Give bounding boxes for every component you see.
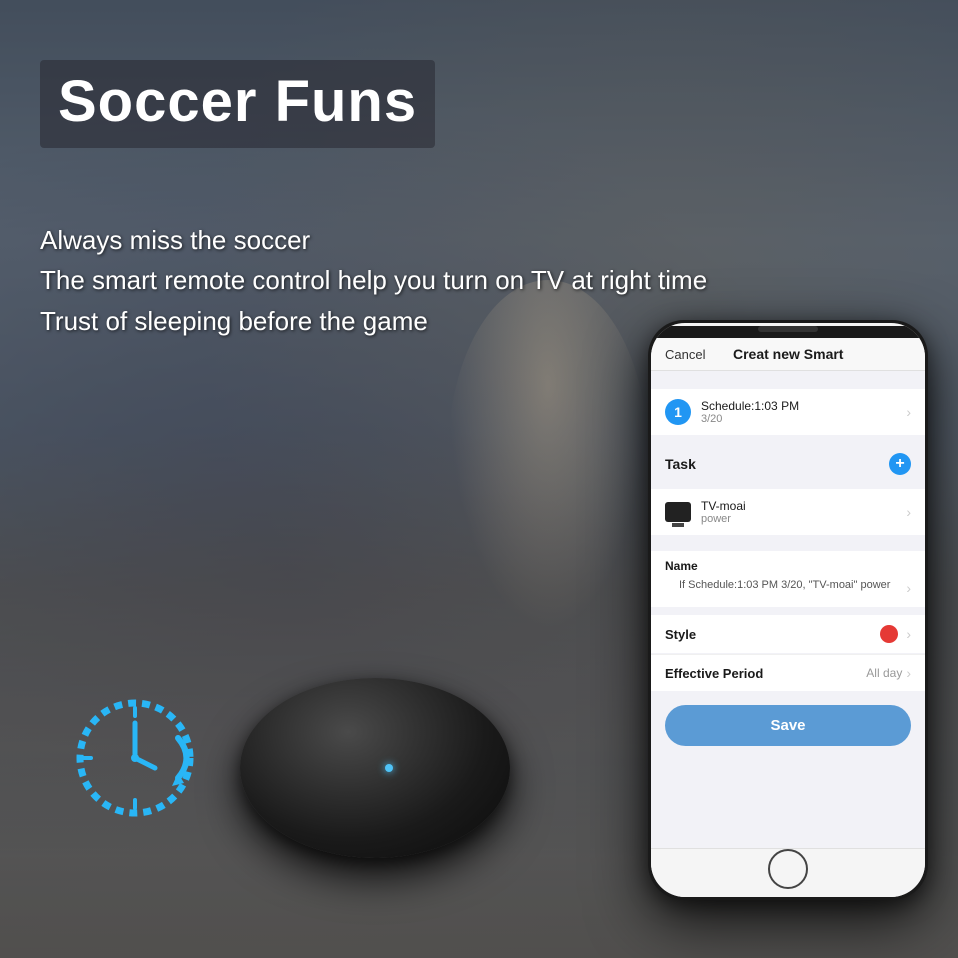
effective-chevron: ›: [906, 665, 911, 681]
name-chevron: ›: [906, 580, 911, 596]
schedule-icon: 1: [665, 399, 691, 425]
main-title: Soccer Funs: [58, 70, 417, 134]
schedule-sub: 3/20: [701, 413, 906, 425]
tv-chevron: ›: [906, 504, 911, 520]
effective-period-row[interactable]: Effective Period All day ›: [651, 654, 925, 691]
task-section: TV-moai power ›: [651, 489, 925, 535]
puck-body: [240, 678, 510, 858]
phone-top-bar: [651, 326, 925, 338]
subtitle-line-1: Always miss the soccer: [40, 225, 310, 255]
tv-icon: [665, 502, 691, 522]
subtitle-line-2: The smart remote control help you turn o…: [40, 265, 707, 295]
phone-body: Cancel Creat new Smart 1 Schedule:1:03 P…: [648, 320, 928, 900]
task-section-header: Task +: [651, 443, 925, 479]
tv-sub: power: [701, 513, 906, 525]
subtitle-text: Always miss the soccer The smart remote …: [40, 220, 707, 341]
name-value: If Schedule:1:03 PM 3/20, "TV-moai" powe…: [665, 577, 906, 599]
cancel-button[interactable]: Cancel: [665, 347, 705, 362]
style-row[interactable]: Style ›: [651, 615, 925, 653]
phone-screen: Cancel Creat new Smart 1 Schedule:1:03 P…: [651, 323, 925, 897]
effective-period-value: All day: [866, 666, 902, 680]
style-color-dot: [880, 625, 898, 643]
schedule-label: Schedule:1:03 PM: [701, 399, 906, 413]
clock-icon: [60, 678, 220, 838]
device-puck: [240, 678, 510, 878]
tv-row[interactable]: TV-moai power ›: [651, 489, 925, 535]
subtitle-block: Always miss the soccer The smart remote …: [40, 220, 707, 341]
schedule-section: 1 Schedule:1:03 PM 3/20 ›: [651, 389, 925, 435]
save-button[interactable]: Save: [665, 705, 911, 746]
schedule-content: Schedule:1:03 PM 3/20: [701, 399, 906, 425]
schedule-row[interactable]: 1 Schedule:1:03 PM 3/20 ›: [651, 389, 925, 435]
puck-led: [385, 764, 393, 772]
add-icon: +: [895, 455, 904, 473]
tv-name: TV-moai: [701, 499, 906, 513]
add-task-button[interactable]: +: [889, 453, 911, 475]
app-header: Cancel Creat new Smart: [651, 338, 925, 371]
tv-content: TV-moai power: [701, 499, 906, 525]
title-block: Soccer Funs: [40, 60, 435, 148]
style-chevron: ›: [906, 626, 911, 642]
task-label: Task: [665, 456, 696, 472]
home-button[interactable]: [768, 849, 808, 889]
name-section: Name If Schedule:1:03 PM 3/20, "TV-moai"…: [651, 551, 925, 607]
name-label: Name: [651, 551, 925, 575]
app-title: Creat new Smart: [733, 346, 843, 362]
content-layer: Soccer Funs Always miss the soccer The s…: [0, 0, 958, 958]
save-btn-container: Save: [651, 691, 925, 760]
schedule-chevron: ›: [906, 404, 911, 420]
phone-speaker: [758, 326, 818, 332]
subtitle-line-3: Trust of sleeping before the game: [40, 306, 428, 336]
phone-container: Cancel Creat new Smart 1 Schedule:1:03 P…: [648, 320, 938, 938]
app-screen: Cancel Creat new Smart 1 Schedule:1:03 P…: [651, 338, 925, 848]
effective-period-label: Effective Period: [665, 666, 866, 681]
style-label: Style: [665, 627, 880, 642]
